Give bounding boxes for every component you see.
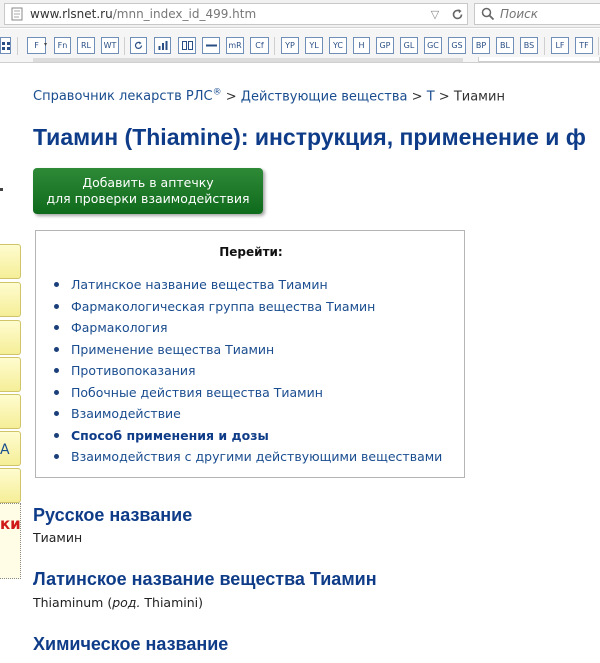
line-icon[interactable]: [202, 37, 220, 54]
sidebar-tab[interactable]: [0, 244, 21, 279]
toolbar-button-h[interactable]: H: [353, 37, 370, 54]
goto-link-contraindications[interactable]: Противопоказания: [54, 360, 442, 382]
url-domain: www.rlsnet.ru: [30, 7, 113, 21]
breadcrumb-separator: >: [225, 89, 237, 105]
goto-link-latin-name[interactable]: Латинское название вещества Тиамин: [54, 274, 442, 296]
goto-link-pharm-group[interactable]: Фармакологическая группа вещества Тиамин: [54, 296, 442, 318]
url-path: /mnn_index_id_499.htm: [112, 7, 257, 21]
toolbar-button-yl[interactable]: YL: [305, 37, 323, 54]
toolbar-button-gl[interactable]: GL: [400, 37, 418, 54]
page-header-box: [478, 57, 600, 62]
columns-icon[interactable]: [178, 37, 196, 54]
goto-link-interaction[interactable]: Взаимодействие: [54, 403, 442, 425]
goto-link-usage[interactable]: Применение вещества Тиамин: [54, 339, 442, 361]
toolbar-button-lf[interactable]: LF: [551, 37, 569, 54]
sidebar-tab[interactable]: [0, 394, 21, 429]
breadcrumb-separator: >: [438, 89, 450, 105]
add-button-line2: для проверки взаимодействия: [46, 191, 250, 206]
sidebar-tab[interactable]: [0, 468, 21, 503]
breadcrumb-root[interactable]: Справочник лекарств РЛС®: [33, 88, 222, 104]
goto-list: Латинское название вещества Тиамин Фарма…: [54, 274, 442, 468]
sidebar-tab[interactable]: [0, 282, 21, 317]
bullet-icon: [54, 432, 59, 438]
toolbar-button-wt[interactable]: WT: [101, 37, 119, 54]
toolbar-button-gp[interactable]: GP: [376, 37, 394, 54]
browser-address-bar: www.rlsnet.ru/mnn_index_id_499.htm ▽: [0, 0, 600, 28]
toolbar-button-tf[interactable]: TF: [575, 37, 593, 54]
sidebar-dot: [0, 188, 3, 191]
breadcrumb: Справочник лекарств РЛС® > Действующие в…: [33, 88, 505, 104]
goto-link-side-effects[interactable]: Побочные действия вещества Тиамин: [54, 382, 442, 404]
dropdown-arrow-icon[interactable]: ▽: [427, 5, 443, 23]
breadcrumb-separator: >: [411, 89, 423, 105]
chemical-name-heading: Химическое название: [33, 634, 229, 654]
goto-title: Перейти:: [219, 245, 283, 259]
goto-link-substance-interactions[interactable]: Взаимодействия с другими действующими ве…: [54, 446, 442, 468]
page-title: Тиамин (Thiamine): инструкция, применени…: [33, 124, 586, 150]
toolbar-button-gs[interactable]: GS: [448, 37, 466, 54]
add-to-medicine-cabinet-button[interactable]: Добавить в аптечку для проверки взаимоде…: [33, 168, 263, 214]
bullet-icon: [54, 282, 59, 288]
toolbar-button-yp[interactable]: YP: [281, 37, 299, 54]
bullet-icon: [54, 454, 59, 460]
goto-link-pharmacology[interactable]: Фармакология: [54, 317, 442, 339]
url-field[interactable]: www.rlsnet.ru/mnn_index_id_499.htm ▽: [4, 3, 468, 25]
bullet-icon: [54, 346, 59, 352]
breadcrumb-letter[interactable]: Т: [427, 89, 435, 104]
toolbar-button-yc[interactable]: YC: [329, 37, 347, 54]
search-icon: [479, 5, 497, 23]
breadcrumb-section[interactable]: Действующие вещества: [241, 89, 408, 104]
goto-link-dosage[interactable]: Способ применения и дозы: [54, 425, 442, 447]
bullet-icon: [54, 303, 59, 309]
toolbar-button-rl[interactable]: RL: [77, 37, 95, 54]
refresh-icon[interactable]: [130, 37, 147, 54]
bullet-icon: [54, 389, 59, 395]
toolbar-button-bs[interactable]: BS: [520, 37, 538, 54]
goto-navigation-box: Перейти: Латинское название вещества Тиа…: [35, 230, 465, 478]
browser-search-input[interactable]: [500, 7, 600, 21]
breadcrumb-current: Тиамин: [453, 89, 505, 105]
toolbar-grid-button[interactable]: [0, 37, 11, 54]
bullet-icon: [54, 368, 59, 374]
russian-name-heading: Русское название: [33, 505, 193, 525]
bullet-icon: [54, 411, 59, 417]
bullet-icon: [54, 325, 59, 331]
toolbar-button-mr[interactable]: mR: [226, 37, 244, 54]
browser-search-box[interactable]: [474, 3, 600, 25]
add-button-line1: Добавить в аптечку: [82, 175, 214, 190]
sidebar-letter[interactable]: А: [0, 442, 10, 458]
sidebar-tab[interactable]: [0, 357, 21, 392]
dropdown-arrow-icon[interactable]: ▾: [44, 41, 47, 48]
sidebar-red-text[interactable]: ки: [0, 515, 21, 533]
page-icon: [9, 6, 25, 22]
toolbar-button-bp[interactable]: BP: [472, 37, 490, 54]
latin-name-heading: Латинское название вещества Тиамин: [33, 569, 377, 589]
toolbar-button-gc[interactable]: GC: [424, 37, 442, 54]
sidebar-tab[interactable]: [0, 320, 21, 355]
toolbar-button-bl[interactable]: BL: [496, 37, 514, 54]
url-text: www.rlsnet.ru/mnn_index_id_499.htm: [30, 7, 256, 21]
russian-name-value: Тиамин: [33, 530, 83, 545]
toolbar-button-cf[interactable]: Cf: [250, 37, 269, 54]
reload-icon[interactable]: [449, 5, 465, 23]
page-header-strip: [33, 58, 463, 62]
bar-chart-icon[interactable]: [154, 37, 171, 54]
toolbar-button-fn[interactable]: Fn: [54, 37, 71, 54]
latin-name-value: Thiaminum (род. Thiamini): [33, 595, 204, 610]
